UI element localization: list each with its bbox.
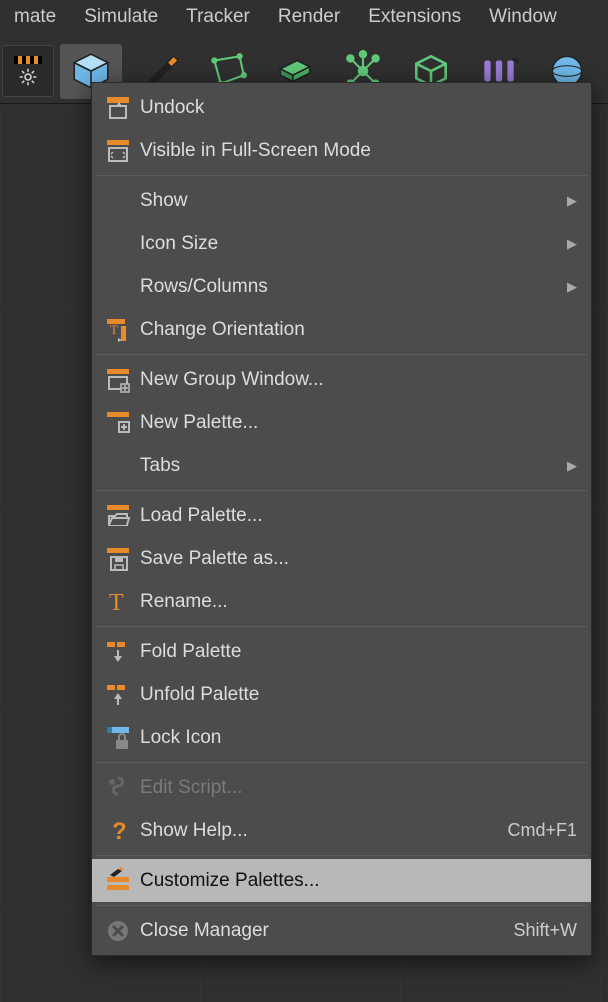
- menubar: mate Simulate Tracker Render Extensions …: [0, 0, 608, 33]
- submenu-arrow-icon: ▶: [563, 193, 577, 209]
- menu-customize-palettes[interactable]: Customize Palettes...: [92, 859, 591, 902]
- menu-separator: [96, 354, 587, 355]
- menu-item-label: Edit Script...: [136, 777, 577, 799]
- menu-item-label: New Palette...: [136, 412, 577, 434]
- menu-rename[interactable]: T Rename...: [92, 580, 591, 623]
- menu-item-label: New Group Window...: [136, 369, 577, 391]
- film-strip-icon: [14, 56, 42, 64]
- menu-item-label: Save Palette as...: [136, 548, 577, 570]
- undock-icon: [104, 94, 132, 122]
- menu-lock-icon[interactable]: Lock Icon: [92, 716, 591, 759]
- menu-item-label: Fold Palette: [136, 641, 577, 663]
- new-palette-icon: [104, 409, 132, 437]
- close-icon: [104, 917, 132, 945]
- menu-separator: [96, 855, 587, 856]
- menu-item-label: Visible in Full-Screen Mode: [136, 140, 577, 162]
- script-icon: [104, 774, 132, 802]
- menu-item-label: Load Palette...: [136, 505, 577, 527]
- menu-shortcut: Cmd+F1: [507, 820, 577, 841]
- svg-text:T: T: [110, 322, 118, 337]
- menu-save-palette[interactable]: Save Palette as...: [92, 537, 591, 580]
- menu-item-label: Show: [136, 190, 563, 212]
- menu-change-orientation[interactable]: T Change Orientation: [92, 308, 591, 351]
- menu-item-label: Rename...: [136, 591, 577, 613]
- menu-edit-script: Edit Script...: [92, 766, 591, 809]
- menu-load-palette[interactable]: Load Palette...: [92, 494, 591, 537]
- menu-item-label: Close Manager: [136, 920, 513, 942]
- group-window-icon: [104, 366, 132, 394]
- svg-text:T: T: [109, 590, 124, 616]
- menu-item-label: Change Orientation: [136, 319, 577, 341]
- unfold-icon: [104, 681, 132, 709]
- menu-separator: [96, 626, 587, 627]
- menu-item-label: Undock: [136, 97, 577, 119]
- menu-tabs[interactable]: Tabs ▶: [92, 444, 591, 487]
- menu-tracker[interactable]: Tracker: [172, 2, 264, 32]
- menu-fullscreen-visible[interactable]: Visible in Full-Screen Mode: [92, 129, 591, 172]
- menu-fold-palette[interactable]: Fold Palette: [92, 630, 591, 673]
- menu-icon-size[interactable]: Icon Size ▶: [92, 222, 591, 265]
- context-menu: Undock Visible in Full-Screen Mode Show …: [91, 82, 592, 956]
- submenu-arrow-icon: ▶: [563, 236, 577, 252]
- lock-icon: [104, 724, 132, 752]
- submenu-arrow-icon: ▶: [563, 458, 577, 474]
- menu-extensions[interactable]: Extensions: [354, 2, 475, 32]
- menu-undock[interactable]: Undock: [92, 86, 591, 129]
- load-palette-icon: [104, 502, 132, 530]
- submenu-arrow-icon: ▶: [563, 279, 577, 295]
- menu-show-help[interactable]: ? Show Help... Cmd+F1: [92, 809, 591, 852]
- menu-shortcut: Shift+W: [513, 920, 577, 941]
- menu-close-manager[interactable]: Close Manager Shift+W: [92, 909, 591, 952]
- menu-item-label: Unfold Palette: [136, 684, 577, 706]
- menu-rows-columns[interactable]: Rows/Columns ▶: [92, 265, 591, 308]
- rename-icon: T: [104, 588, 132, 616]
- menu-animate[interactable]: mate: [0, 2, 70, 32]
- menu-item-label: Icon Size: [136, 233, 563, 255]
- menu-render[interactable]: Render: [264, 2, 354, 32]
- fullscreen-icon: [104, 137, 132, 165]
- menu-item-label: Customize Palettes...: [136, 870, 577, 892]
- menu-separator: [96, 762, 587, 763]
- menu-item-label: Show Help...: [136, 820, 507, 842]
- menu-simulate[interactable]: Simulate: [70, 2, 172, 32]
- fold-icon: [104, 638, 132, 666]
- svg-text:?: ?: [112, 818, 127, 845]
- menu-window[interactable]: Window: [475, 2, 571, 32]
- save-palette-icon: [104, 545, 132, 573]
- menu-item-label: Lock Icon: [136, 727, 577, 749]
- orientation-icon: T: [104, 316, 132, 344]
- record-settings-button[interactable]: [2, 45, 54, 97]
- menu-new-group-window[interactable]: New Group Window...: [92, 358, 591, 401]
- help-icon: ?: [104, 817, 132, 845]
- menu-item-label: Rows/Columns: [136, 276, 563, 298]
- gear-icon: [19, 68, 37, 86]
- menu-show[interactable]: Show ▶: [92, 179, 591, 222]
- menu-separator: [96, 175, 587, 176]
- menu-separator: [96, 490, 587, 491]
- menu-separator: [96, 905, 587, 906]
- menu-unfold-palette[interactable]: Unfold Palette: [92, 673, 591, 716]
- menu-new-palette[interactable]: New Palette...: [92, 401, 591, 444]
- menu-item-label: Tabs: [136, 455, 563, 477]
- customize-icon: [104, 867, 132, 895]
